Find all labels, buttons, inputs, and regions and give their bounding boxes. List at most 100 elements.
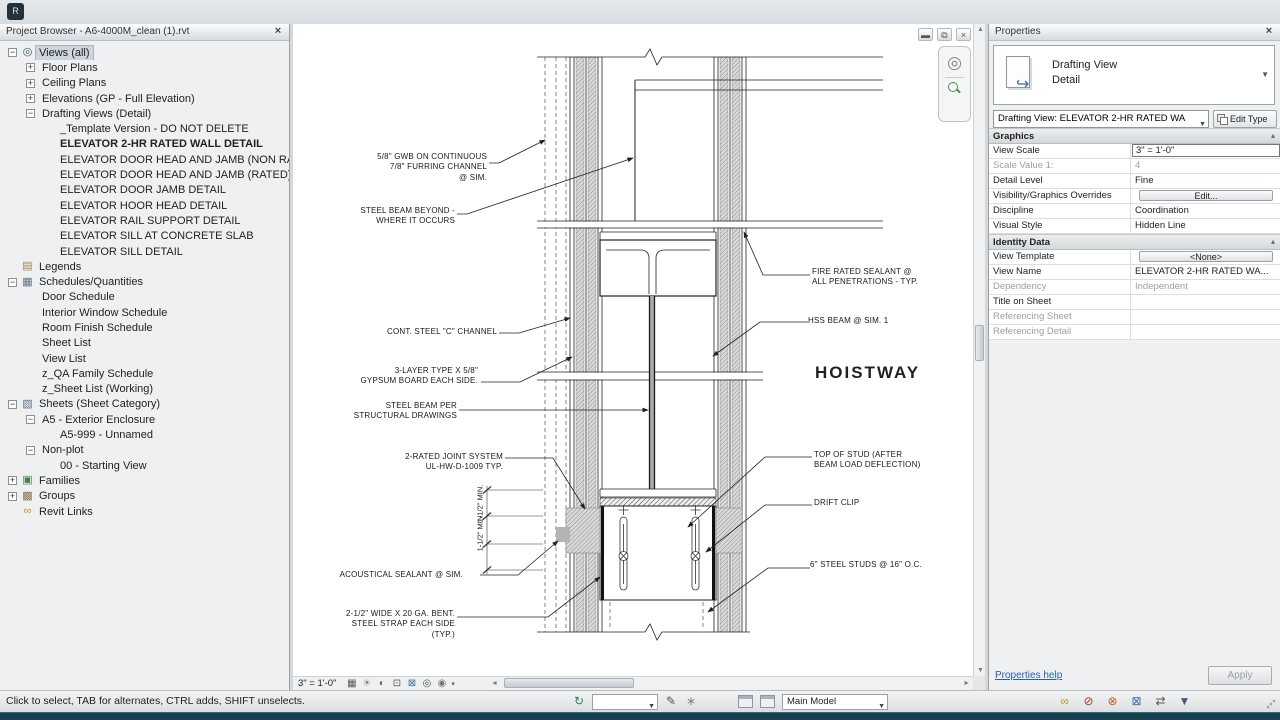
tree-expander-icon[interactable]: + <box>26 94 35 103</box>
minimize-view-icon[interactable]: ▬ <box>918 28 933 41</box>
scroll-right-icon[interactable]: ► <box>963 680 970 687</box>
tree-item[interactable]: − Non-plot <box>0 443 289 458</box>
navigation-bar[interactable]: ◎ <box>938 46 971 122</box>
project-browser-titlebar[interactable]: Project Browser - A6-4000M_clean (1).rvt… <box>0 24 289 41</box>
tree-expander-icon[interactable]: − <box>26 415 35 424</box>
worksets-icon[interactable]: ↻ <box>574 694 584 708</box>
crop-view-icon[interactable]: ⊡ <box>389 677 404 690</box>
tree-item[interactable]: ELEVATOR 2-HR RATED WALL DETAIL <box>0 137 289 152</box>
tree-item[interactable]: View List <box>0 351 289 366</box>
property-row-dependency[interactable]: Dependency Independent <box>989 280 1280 295</box>
property-row-visual-style[interactable]: Visual Style Hidden Line <box>989 219 1280 234</box>
tree-item[interactable]: + ▩ Groups <box>0 489 289 504</box>
apply-button[interactable]: Apply <box>1208 666 1272 685</box>
tree-expander-icon[interactable]: − <box>26 109 35 118</box>
worksharing-display-icon[interactable] <box>738 695 753 708</box>
steering-wheel-icon[interactable]: ◎ <box>945 53 965 73</box>
close-icon[interactable]: × <box>271 24 285 38</box>
pencil-icon[interactable]: ✎ <box>666 694 676 708</box>
tree-expander-icon[interactable]: + <box>8 492 17 501</box>
tree-item[interactable]: ELEVATOR DOOR HEAD AND JAMB (RATED) <box>0 167 289 182</box>
scroll-up-icon[interactable]: ▲ <box>977 26 984 33</box>
exclude-pinned-icon[interactable]: ⊗ <box>1104 693 1121 710</box>
tree-item[interactable]: z_QA Family Schedule <box>0 366 289 381</box>
drafting-view[interactable]: 5/8" GWB ON CONTINUOUS 7/8" FURRING CHAN… <box>293 24 973 676</box>
tree-item[interactable]: A5-999 - Unnamed <box>0 427 289 442</box>
properties-help-link[interactable]: Properties help <box>995 670 1062 681</box>
zoom-icon[interactable] <box>948 82 961 95</box>
note-steel-beam-struct[interactable]: STEEL BEAM PER STRUCTURAL DRAWINGS <box>297 401 457 422</box>
sun-path-icon[interactable]: ☀ <box>359 677 374 690</box>
horizontal-scroll-thumb[interactable] <box>504 678 634 688</box>
resize-grip[interactable] <box>1266 699 1276 709</box>
tree-expander-icon[interactable]: − <box>8 400 17 409</box>
property-row-scale-value[interactable]: Scale Value 1: 4 <box>989 159 1280 174</box>
tree-item[interactable]: + ▣ Families <box>0 473 289 488</box>
tree-item[interactable]: Room Finish Schedule <box>0 320 289 335</box>
editable-only-icon[interactable]: ∞ <box>1056 693 1073 710</box>
note-top-of-stud[interactable]: TOP OF STUD (AFTER BEAM LOAD DEFLECTION) <box>814 450 984 471</box>
shadows-icon[interactable]: ◐ <box>374 677 389 690</box>
property-row-view-name[interactable]: View Name ELEVATOR 2-HR RATED WA... <box>989 265 1280 280</box>
property-row-vg-overrides[interactable]: Visibility/Graphics Overrides Edit... <box>989 189 1280 204</box>
tree-item[interactable]: ∞ Revit Links <box>0 504 289 519</box>
type-selector[interactable]: ↪ Drafting View Detail ▼ <box>993 45 1275 105</box>
sparkle-icon[interactable]: ∗ <box>686 694 696 708</box>
note-drift-clip[interactable]: DRIFT CLIP <box>814 498 984 508</box>
temporary-hide-icon[interactable]: ◎ <box>419 677 434 690</box>
property-row-discipline[interactable]: Discipline Coordination <box>989 204 1280 219</box>
press-drag-icon[interactable]: ⇄ <box>1152 693 1169 710</box>
tree-item[interactable]: − A5 - Exterior Enclosure <box>0 412 289 427</box>
property-row-title-on-sheet[interactable]: Title on Sheet <box>989 295 1280 310</box>
scale-button[interactable]: 3" = 1'-0" <box>293 678 344 689</box>
collapse-section-icon[interactable]: ▴ <box>1271 131 1275 140</box>
note-rated-joint[interactable]: 2-RATED JOINT SYSTEM UL-HW-D-1009 TYP. <box>343 452 503 473</box>
tree-item[interactable]: ELEVATOR HOOR HEAD DETAIL <box>0 198 289 213</box>
design-options-combo[interactable]: Main Model ▼ <box>782 694 888 710</box>
close-icon[interactable]: × <box>1262 24 1276 38</box>
tree-item[interactable]: + Ceiling Plans <box>0 76 289 91</box>
properties-titlebar[interactable]: Properties × <box>989 24 1280 41</box>
tree-item[interactable]: 00 - Starting View <box>0 458 289 473</box>
exclude-options-icon[interactable]: ⊠ <box>1128 693 1145 710</box>
note-bent-strap[interactable]: 2-1/2" WIDE X 20 GA. BENT. STEEL STRAP E… <box>295 609 455 640</box>
note-acoustical-sealant[interactable]: ACOUSTICAL SEALANT @ SIM. <box>303 570 463 580</box>
tree-expander-icon[interactable]: + <box>26 79 35 88</box>
tree-item[interactable]: − ◎ Views (all) <box>0 45 289 60</box>
note-gwb-furring[interactable]: 5/8" GWB ON CONTINUOUS 7/8" FURRING CHAN… <box>327 152 487 183</box>
tree-item[interactable]: ELEVATOR DOOR HEAD AND JAMB (NON RATED <box>0 152 289 167</box>
tree-item[interactable]: + Floor Plans <box>0 60 289 75</box>
tree-item[interactable]: ELEVATOR SILL DETAIL <box>0 244 289 259</box>
tree-expander-icon[interactable]: + <box>8 476 17 485</box>
design-options-icon[interactable] <box>760 695 775 708</box>
view-control-more-icon[interactable]: ▾ <box>451 680 455 688</box>
hoistway-room-label[interactable]: HOISTWAY <box>815 363 920 383</box>
chevron-down-icon[interactable]: ▼ <box>1261 70 1269 79</box>
view-scale-input[interactable]: 3" = 1'-0" <box>1132 144 1280 157</box>
note-gypsum-layers[interactable]: 3-LAYER TYPE X 5/8" GYPSUM BOARD EACH SI… <box>318 366 478 387</box>
tree-item[interactable]: ELEVATOR RAIL SUPPORT DETAIL <box>0 213 289 228</box>
property-row-view-scale[interactable]: View Scale 3" = 1'-0" <box>989 144 1280 159</box>
note-hss-beam[interactable]: HSS BEAM @ SIM. 1 <box>808 316 978 326</box>
workset-combo[interactable]: ▼ <box>592 694 658 710</box>
tree-item[interactable]: _Template Version - DO NOT DELETE <box>0 121 289 136</box>
close-view-icon[interactable]: × <box>956 28 971 41</box>
note-steel-studs[interactable]: 6" STEEL STUDS @ 16" O.C. <box>810 560 980 570</box>
tree-expander-icon[interactable]: − <box>26 446 35 455</box>
tree-item[interactable]: z_Sheet List (Working) <box>0 382 289 397</box>
identity-section-header[interactable]: Identity Data ▴ <box>989 234 1280 250</box>
tree-item[interactable]: Door Schedule <box>0 290 289 305</box>
graphics-section-header[interactable]: Graphics ▴ <box>989 128 1280 144</box>
selection-filter-icon[interactable]: ▼ <box>1176 693 1193 710</box>
drawing-area[interactable]: 5/8" GWB ON CONTINUOUS 7/8" FURRING CHAN… <box>293 24 985 690</box>
tree-expander-icon[interactable]: − <box>8 278 17 287</box>
instance-selector-combo[interactable]: Drafting View: ELEVATOR 2-HR RATED WA ▼ <box>993 110 1209 128</box>
crop-region-icon[interactable]: ⊠ <box>404 677 419 690</box>
visual-style-icon[interactable]: ▦ <box>344 677 359 690</box>
property-row-view-template[interactable]: View Template <None> <box>989 250 1280 265</box>
view-template-button[interactable]: <None> <box>1139 251 1273 262</box>
vertical-scroll-thumb[interactable] <box>975 325 984 361</box>
note-steel-beam-beyond[interactable]: STEEL BEAM BEYOND - WHERE IT OCCURS <box>295 206 455 227</box>
tree-expander-icon[interactable]: + <box>26 63 35 72</box>
tree-expander-icon[interactable]: − <box>8 48 17 57</box>
